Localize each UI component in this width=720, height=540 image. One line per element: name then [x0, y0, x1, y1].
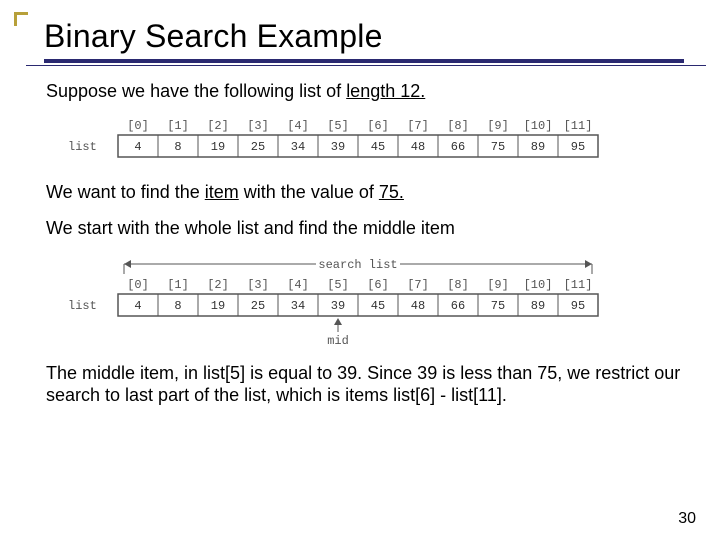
svg-text:[4]: [4] — [287, 278, 309, 292]
svg-text:95: 95 — [571, 140, 585, 154]
svg-text:45: 45 — [371, 299, 385, 313]
svg-text:48: 48 — [411, 140, 425, 154]
svg-text:45: 45 — [371, 140, 385, 154]
svg-text:4: 4 — [134, 140, 141, 154]
intro-para-3: We start with the whole list and find th… — [46, 217, 686, 240]
svg-text:list: list — [68, 299, 97, 313]
svg-text:19: 19 — [211, 140, 225, 154]
svg-text:75: 75 — [491, 140, 505, 154]
svg-text:39: 39 — [331, 140, 345, 154]
svg-text:25: 25 — [251, 299, 265, 313]
svg-text:list: list — [68, 140, 97, 154]
svg-text:[10]: [10] — [524, 278, 553, 292]
svg-text:[3]: [3] — [247, 278, 269, 292]
svg-text:8: 8 — [174, 299, 181, 313]
title-underline-thick — [44, 59, 684, 63]
svg-text:66: 66 — [451, 299, 465, 313]
text: Suppose we have the following list of — [46, 81, 346, 101]
svg-text:[8]: [8] — [447, 119, 469, 133]
svg-text:[9]: [9] — [487, 278, 509, 292]
svg-text:[3]: [3] — [247, 119, 269, 133]
svg-text:19: 19 — [211, 299, 225, 313]
svg-text:89: 89 — [531, 299, 545, 313]
intro-para-1: Suppose we have the following list of le… — [46, 80, 686, 103]
svg-text:34: 34 — [291, 140, 305, 154]
underline-value: 75. — [379, 182, 404, 202]
svg-text:[11]: [11] — [564, 278, 593, 292]
svg-text:34: 34 — [291, 299, 305, 313]
page-number: 30 — [678, 510, 696, 528]
corner-accent — [14, 12, 28, 26]
search-diagram: search list [0] [1] [2] [3] [4] [5] [6] [7] [8] [9… — [58, 254, 618, 346]
svg-text:75: 75 — [491, 299, 505, 313]
title-underline-thin — [26, 65, 706, 66]
text: We want to find the — [46, 182, 205, 202]
figure-list: [0] [1] [2] [3] [4] [5] [6] [7] [8] [9] [10] [11] li… — [58, 117, 658, 165]
underline-length: length 12. — [346, 81, 425, 101]
page-title: Binary Search Example — [44, 18, 706, 55]
text: with the value of — [239, 182, 379, 202]
svg-text:4: 4 — [134, 299, 141, 313]
svg-text:[9]: [9] — [487, 119, 509, 133]
svg-text:search list: search list — [318, 258, 397, 272]
svg-text:[1]: [1] — [167, 119, 189, 133]
intro-para-2: We want to find the item with the value … — [46, 181, 686, 204]
svg-text:[1]: [1] — [167, 278, 189, 292]
svg-text:[2]: [2] — [207, 119, 229, 133]
list-diagram: [0] [1] [2] [3] [4] [5] [6] [7] [8] [9] [10] [11] li… — [58, 117, 618, 165]
svg-text:[5]: [5] — [327, 278, 349, 292]
svg-text:89: 89 — [531, 140, 545, 154]
svg-text:[6]: [6] — [367, 278, 389, 292]
svg-text:[10]: [10] — [524, 119, 553, 133]
figure-search: search list [0] [1] [2] [3] [4] [5] [6] [7] [8] [9… — [58, 254, 658, 346]
svg-text:95: 95 — [571, 299, 585, 313]
svg-text:66: 66 — [451, 140, 465, 154]
svg-text:[4]: [4] — [287, 119, 309, 133]
svg-text:39: 39 — [331, 299, 345, 313]
svg-text:[5]: [5] — [327, 119, 349, 133]
svg-text:25: 25 — [251, 140, 265, 154]
svg-text:[6]: [6] — [367, 119, 389, 133]
svg-text:mid: mid — [327, 334, 349, 346]
svg-text:48: 48 — [411, 299, 425, 313]
conclusion-para: The middle item, in list[5] is equal to … — [46, 362, 686, 407]
svg-text:[0]: [0] — [127, 119, 149, 133]
svg-text:[7]: [7] — [407, 278, 429, 292]
svg-text:[7]: [7] — [407, 119, 429, 133]
svg-text:8: 8 — [174, 140, 181, 154]
svg-text:[2]: [2] — [207, 278, 229, 292]
svg-text:[8]: [8] — [447, 278, 469, 292]
svg-text:[11]: [11] — [564, 119, 593, 133]
svg-text:[0]: [0] — [127, 278, 149, 292]
underline-item: item — [205, 182, 239, 202]
